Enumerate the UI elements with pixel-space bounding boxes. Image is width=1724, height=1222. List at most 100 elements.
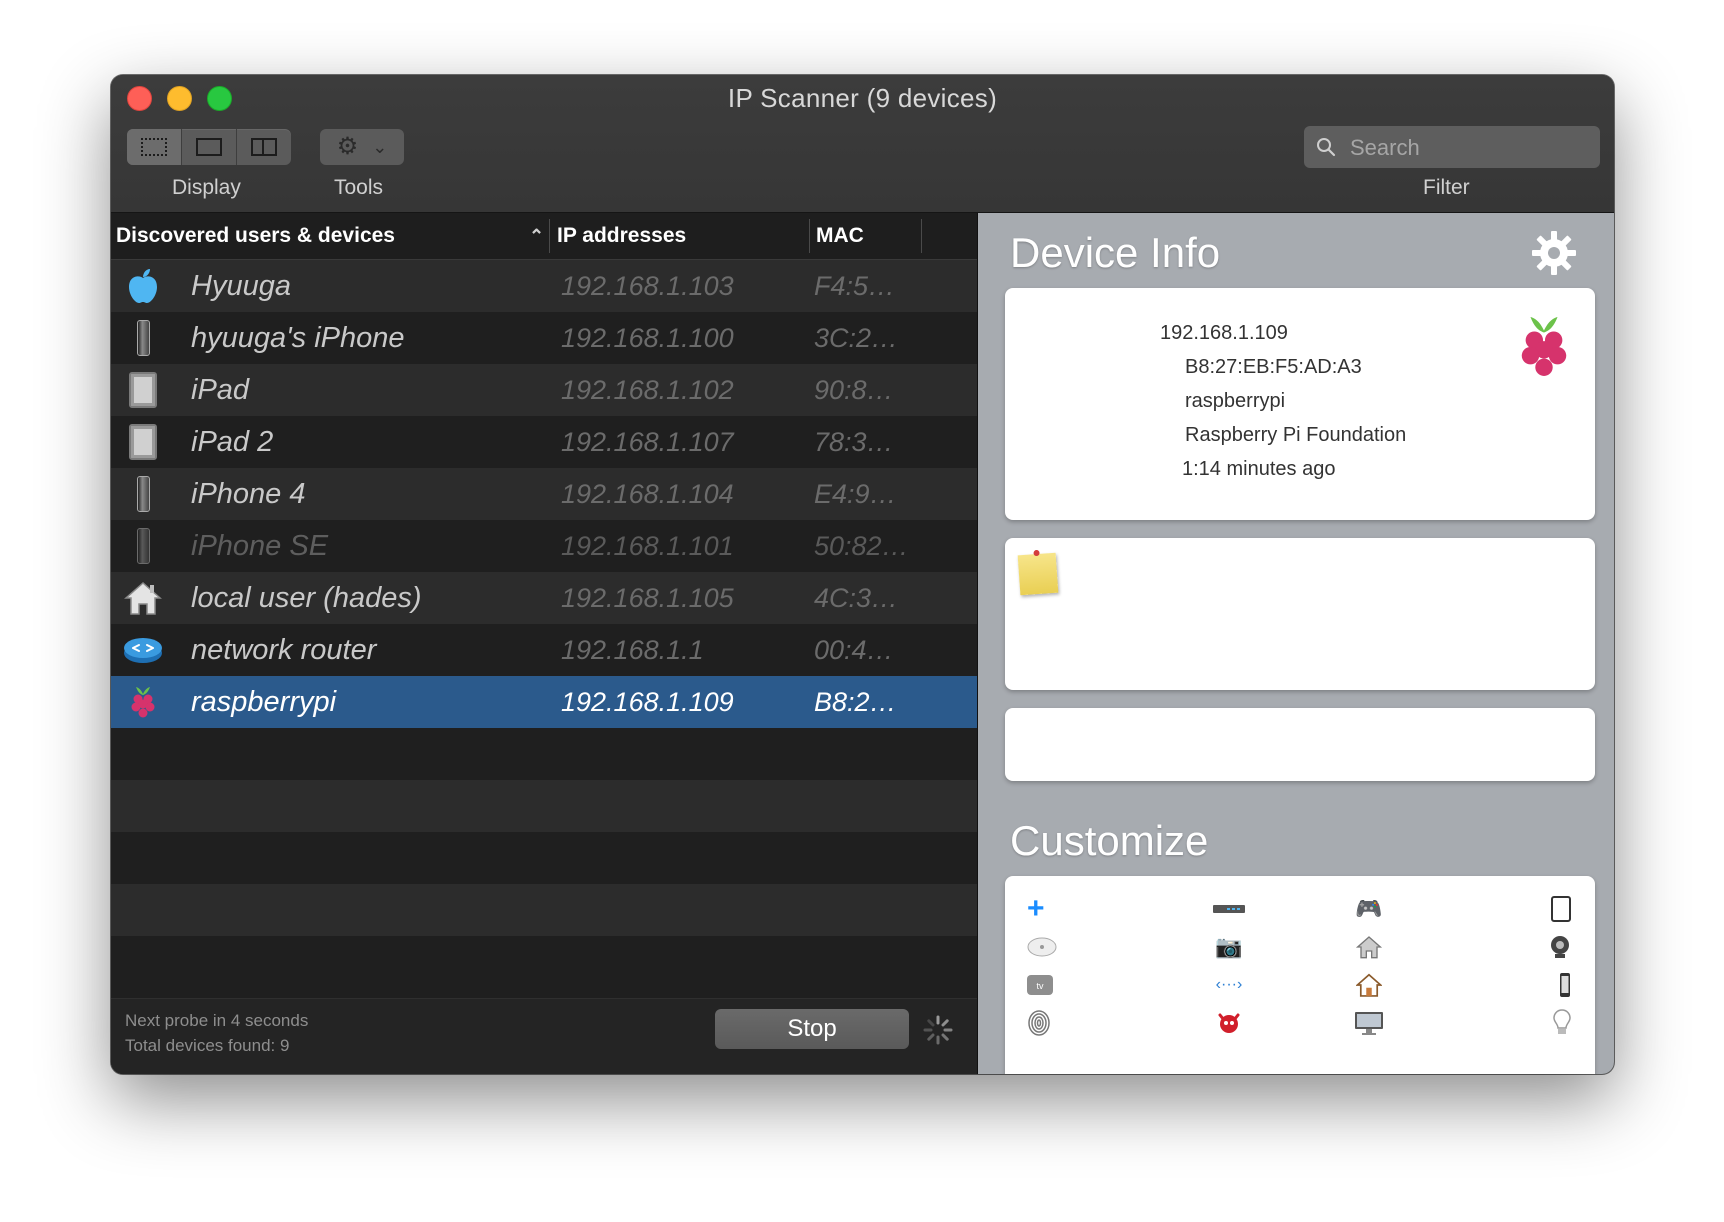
ipad-icon — [123, 422, 163, 462]
extra-info-card[interactable] — [1005, 708, 1595, 781]
device-ip: 192.168.1.105 — [561, 583, 734, 613]
empty-row — [111, 832, 977, 884]
device-name: local user (hades) — [191, 582, 422, 614]
device-mac: 90:8… — [814, 375, 894, 405]
column-header-mac[interactable]: MAC — [816, 213, 864, 259]
table-row[interactable]: hyuuga's iPhone 192.168.1.100 3C:2… — [111, 312, 977, 364]
camera-icon[interactable]: 📷 — [1159, 932, 1299, 962]
table-row[interactable]: iPad 2 192.168.1.107 78:3… — [111, 416, 977, 468]
device-ip: 192.168.1.102 — [561, 375, 734, 405]
search-field[interactable] — [1304, 126, 1600, 170]
freebsd-daemon-icon[interactable] — [1159, 1008, 1299, 1038]
table-row[interactable]: network router 192.168.1.1 00:4… — [111, 624, 977, 676]
customize-icons-card: + 🎮 📷 tv ‹···› — [1005, 876, 1595, 1074]
device-ip: 192.168.1.109 — [561, 687, 734, 717]
display-split-button[interactable] — [237, 129, 291, 165]
device-mac: 4C:3… — [814, 583, 899, 613]
device-mac: F4:5… — [814, 271, 896, 301]
router-icon — [123, 630, 163, 670]
airport-icon[interactable] — [1019, 932, 1159, 962]
device-mac: 3C:2… — [814, 323, 899, 353]
table-row[interactable]: local user (hades) 192.168.1.105 4C:3… — [111, 572, 977, 624]
device-name: iPhone SE — [191, 530, 329, 562]
device-ip: 192.168.1.107 — [561, 427, 734, 457]
iphone-icon — [123, 318, 163, 358]
icon-picker-grid: + 🎮 📷 tv ‹···› — [1019, 892, 1579, 1038]
device-info-heading: Device Info — [1010, 229, 1221, 276]
add-icon[interactable]: + — [1019, 892, 1159, 925]
empty-row — [111, 728, 977, 780]
tools-menu-button[interactable]: ⚙ ⌄ — [320, 129, 404, 165]
apple-tv-icon[interactable]: tv — [1019, 970, 1159, 1000]
table-header: Discovered users & devices ⌃ IP addresse… — [111, 213, 977, 260]
apple-icon — [123, 266, 163, 306]
home-icon[interactable] — [1299, 932, 1439, 962]
device-name: raspberrypi — [191, 686, 337, 718]
webcam-icon[interactable] — [1439, 932, 1579, 962]
display-segmented-control — [127, 129, 291, 165]
sort-ascending-icon[interactable]: ⌃ — [529, 213, 544, 259]
table-row[interactable]: iPad 192.168.1.102 90:8… — [111, 364, 977, 416]
gear-icon: ⚙ — [336, 133, 359, 160]
svg-text:tv: tv — [1036, 981, 1044, 991]
window-title: IP Scanner (9 devices) — [727, 83, 998, 113]
device-ip-value: 192.168.1.109 — [1160, 322, 1288, 344]
notes-card[interactable] — [1005, 538, 1595, 690]
fingerprint-icon[interactable] — [1019, 1008, 1159, 1038]
device-info-panel: Device Info 192.168.1.109 B8:27:EB:F5:AD… — [977, 213, 1614, 1074]
settings-gear-icon[interactable] — [1530, 229, 1578, 277]
table-body: Hyuuga 192.168.1.103 F4:5… hyuuga's iPho… — [111, 260, 977, 988]
display-single-button[interactable] — [182, 129, 237, 165]
raspberry-pi-icon — [1521, 317, 1567, 376]
stop-button[interactable]: Stop — [715, 1009, 909, 1049]
column-header-devices[interactable]: Discovered users & devices — [116, 213, 395, 259]
device-ip: 192.168.1.1 — [561, 635, 704, 665]
device-name: Hyuuga — [191, 270, 291, 302]
display-list-button[interactable] — [127, 129, 182, 165]
customize-heading: Customize — [1010, 817, 1209, 864]
search-icon — [1317, 138, 1336, 157]
device-mac: B8:2… — [814, 687, 897, 717]
column-divider — [809, 219, 810, 253]
gamepad-icon[interactable]: 🎮 — [1299, 894, 1439, 924]
frame-icon — [196, 138, 222, 156]
iphone-icon — [123, 526, 163, 566]
device-mac: E4:9… — [814, 479, 897, 509]
table-row[interactable]: iPhone 4 192.168.1.104 E4:9… — [111, 468, 977, 520]
device-name: hyuuga's iPhone — [191, 322, 405, 354]
device-ip: 192.168.1.101 — [561, 531, 734, 561]
device-name: network router — [191, 634, 377, 666]
empty-row — [111, 936, 977, 988]
table-row[interactable]: raspberrypi 192.168.1.109 B8:2… — [111, 676, 977, 728]
device-name: iPad — [191, 374, 250, 406]
table-row[interactable]: Hyuuga 192.168.1.103 F4:5… — [111, 260, 977, 312]
tools-label: Tools — [334, 176, 384, 199]
lightbulb-icon[interactable] — [1439, 1008, 1579, 1038]
empty-row — [111, 884, 977, 936]
network-arrows-icon[interactable]: ‹···› — [1159, 970, 1299, 1000]
filter-label: Filter — [1423, 176, 1470, 199]
house-icon — [123, 578, 163, 618]
raspberry-pi-icon — [123, 682, 163, 722]
spinner-icon — [923, 1015, 953, 1045]
split-frame-icon — [251, 138, 277, 156]
tablet-icon[interactable] — [1439, 894, 1579, 924]
device-last-seen-value: 1:14 minutes ago — [1182, 458, 1336, 480]
status-footer: Next probe in 4 seconds Total devices fo… — [111, 998, 977, 1074]
empty-row — [111, 780, 977, 832]
table-row[interactable]: iPhone SE 192.168.1.101 50:82… — [111, 520, 977, 572]
toolbar: IP Scanner (9 devices) Display ⚙ ⌄ Tools — [111, 75, 1614, 213]
device-mac: 50:82… — [814, 531, 909, 561]
device-name: iPhone 4 — [191, 478, 306, 510]
column-divider — [921, 219, 922, 253]
phone-icon[interactable] — [1439, 970, 1579, 1000]
device-name: iPad 2 — [191, 426, 274, 458]
device-hostname-value: raspberrypi — [1185, 390, 1286, 412]
device-details-card: 192.168.1.109 B8:27:EB:F5:AD:A3 raspberr… — [1005, 288, 1595, 520]
next-probe-text: Next probe in 4 seconds — [125, 1011, 309, 1030]
column-header-ip[interactable]: IP addresses — [557, 213, 686, 259]
network-switch-icon[interactable] — [1159, 894, 1299, 924]
search-input[interactable] — [1348, 126, 1592, 170]
house-outline-icon[interactable] — [1299, 970, 1439, 1000]
monitor-icon[interactable] — [1299, 1008, 1439, 1038]
